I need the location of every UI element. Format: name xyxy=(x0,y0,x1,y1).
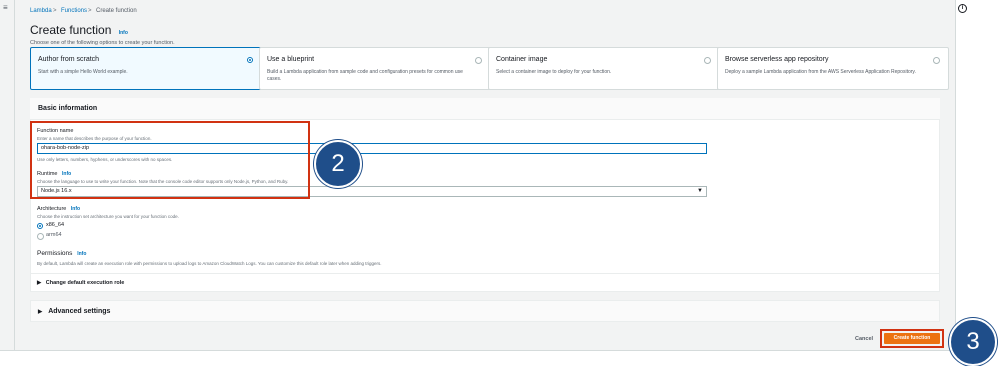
option-description: Start with a simple Hello World example. xyxy=(38,69,128,75)
title-info-link[interactable]: Info xyxy=(119,30,128,36)
advanced-settings-label: Advanced settings xyxy=(48,308,111,315)
option-author-from-scratch[interactable]: Author from scratch Start with a simple … xyxy=(30,47,262,90)
callout-badge-step-2: 2 xyxy=(314,140,362,188)
change-execution-role-expander[interactable]: ▶ Change default execution role xyxy=(37,280,124,286)
architecture-x86-radio[interactable] xyxy=(37,223,43,229)
permissions-label: Permissions Info xyxy=(37,250,86,257)
bottom-divider xyxy=(0,350,955,351)
permissions-hint: By default, Lambda will create an execut… xyxy=(37,261,382,266)
breadcrumb-separator: > xyxy=(88,8,92,14)
info-icon[interactable]: i xyxy=(958,4,967,13)
expand-caret-icon: ▶ xyxy=(38,309,43,315)
caret-down-icon[interactable]: ▼ xyxy=(697,188,703,194)
option-use-blueprint[interactable]: Use a blueprint Build a Lambda applicati… xyxy=(259,47,491,90)
page-title-text: Create function xyxy=(30,23,112,37)
option-description: Select a container image to deploy for y… xyxy=(496,69,612,75)
basic-information-title: Basic information xyxy=(38,105,98,112)
create-function-button[interactable]: Create function xyxy=(884,333,940,344)
expand-caret-icon: ▶ xyxy=(37,280,42,286)
option-radio[interactable] xyxy=(247,57,253,63)
option-browse-serverless-repo[interactable]: Browse serverless app repository Deploy … xyxy=(717,47,949,90)
breadcrumb-functions[interactable]: Functions xyxy=(61,8,87,14)
option-title: Browse serverless app repository xyxy=(725,56,829,63)
architecture-x86-label: x86_64 xyxy=(46,222,65,228)
page-subtitle: Choose one of the following options to c… xyxy=(30,40,175,46)
option-container-image[interactable]: Container image Select a container image… xyxy=(488,47,720,90)
cancel-button[interactable]: Cancel xyxy=(855,336,873,342)
change-execution-role-label: Change default execution role xyxy=(45,280,125,286)
architecture-arm64-label: arm64 xyxy=(46,232,62,238)
option-description: Deploy a sample Lambda application from … xyxy=(725,69,916,75)
breadcrumb-separator: > xyxy=(53,8,57,14)
breadcrumb-lambda[interactable]: Lambda xyxy=(30,8,52,14)
option-radio[interactable] xyxy=(475,57,482,64)
hamburger-icon[interactable]: ≡ xyxy=(3,4,8,12)
option-title: Use a blueprint xyxy=(267,56,315,63)
side-navigation-strip xyxy=(0,0,15,350)
basic-information-header xyxy=(30,98,940,120)
highlight-box-function-settings xyxy=(30,121,310,199)
breadcrumb-current: Create function xyxy=(96,8,137,14)
page-title: Create function Info xyxy=(30,23,128,37)
option-radio[interactable] xyxy=(933,57,940,64)
architecture-arm64-radio[interactable] xyxy=(37,233,44,240)
option-title: Author from scratch xyxy=(38,56,100,63)
permissions-divider xyxy=(30,273,940,274)
option-title: Container image xyxy=(496,56,548,63)
permissions-label-text: Permissions xyxy=(37,250,73,257)
architecture-info-link[interactable]: Info xyxy=(71,206,80,212)
permissions-info-link[interactable]: Info xyxy=(77,251,86,257)
architecture-label: Architecture Info xyxy=(37,206,80,212)
architecture-label-text: Architecture xyxy=(37,206,67,212)
option-description: Build a Lambda application from sample c… xyxy=(267,69,463,82)
advanced-settings-panel[interactable] xyxy=(30,300,940,322)
callout-badge-step-3: 3 xyxy=(949,318,997,366)
option-radio[interactable] xyxy=(704,57,711,64)
advanced-settings-expander[interactable]: ▶ Advanced settings xyxy=(38,308,110,315)
architecture-hint: Choose the instruction set architecture … xyxy=(37,214,179,219)
